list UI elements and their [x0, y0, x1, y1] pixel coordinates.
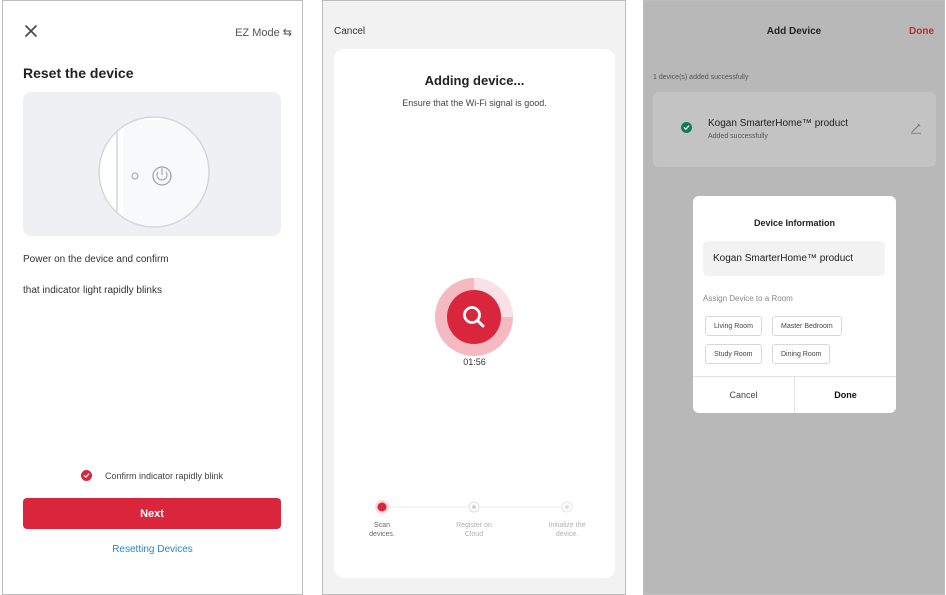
edit-pencil-icon[interactable]: [910, 122, 922, 134]
instruction-line-2: that indicator light rapidly blinks: [23, 285, 162, 296]
room-chip-master-bedroom[interactable]: Master Bedroom: [772, 316, 842, 336]
step-dot-register: [468, 501, 480, 513]
dialog-cancel-button[interactable]: Cancel: [693, 377, 795, 413]
room-chip-dining-room[interactable]: Dining Room: [772, 344, 831, 364]
adding-title: Adding device...: [424, 73, 525, 88]
confirm-blink-label: Confirm indicator rapidly blink: [105, 470, 224, 481]
close-icon[interactable]: [23, 23, 39, 39]
countdown-timer: 01:56: [463, 357, 486, 367]
device-status: Added successfully: [708, 133, 768, 140]
check-circle-icon: [681, 122, 692, 133]
room-chip-living-room[interactable]: Living Room: [705, 316, 762, 336]
page-title: Reset the device: [23, 65, 134, 81]
device-name: Kogan SmarterHome™ product: [708, 118, 849, 129]
dialog-title: Device Information: [753, 218, 836, 228]
added-summary: 1 device(s) added successfully: [653, 74, 749, 81]
instruction-line-1: Power on the device and confirm: [23, 254, 169, 265]
resetting-devices-link[interactable]: Resetting Devices: [3, 544, 302, 555]
reset-device-screen: EZ Mode ⇆ Reset the device Power on the …: [2, 0, 303, 595]
step-dot-initialize: [561, 501, 573, 513]
step-label-initialize: Initialize the device.: [548, 522, 586, 538]
next-button[interactable]: Next: [23, 498, 281, 529]
device-illustration: [23, 92, 281, 236]
wifi-hint: Ensure that the Wi-Fi signal is good.: [402, 98, 547, 108]
add-device-screen: Add Device Done 1 device(s) added succes…: [643, 0, 945, 595]
device-card: Kogan SmarterHome™ product Added success…: [653, 92, 936, 167]
assign-room-label: Assign Device to a Room: [703, 294, 793, 303]
swap-arrows-icon: ⇆: [282, 27, 292, 39]
progress-steps: Scan devices. Register on Cloud Initialize…: [334, 499, 615, 549]
dialog-done-button[interactable]: Done: [795, 377, 896, 413]
dialog-footer: Cancel Done: [693, 376, 896, 413]
device-information-dialog: Device Information Kogan SmarterHome™ pr…: [693, 196, 896, 413]
page-title: Add Device: [766, 26, 822, 37]
progress-card: Adding device... Ensure that the Wi-Fi s…: [334, 49, 615, 578]
confirm-blink-checkbox[interactable]: Confirm indicator rapidly blink: [81, 470, 223, 481]
cancel-button[interactable]: Cancel: [334, 26, 365, 37]
done-button[interactable]: Done: [909, 26, 934, 37]
device-name-input[interactable]: Kogan SmarterHome™ product: [703, 241, 885, 276]
step-label-register: Register on Cloud: [456, 522, 492, 538]
ez-mode-toggle[interactable]: EZ Mode ⇆: [235, 26, 292, 39]
scanning-search-icon: [435, 278, 513, 356]
checkmark-icon: [81, 470, 92, 481]
step-dot-scan: [375, 500, 389, 514]
adding-device-screen: Cancel Adding device... Ensure that the …: [322, 0, 626, 595]
ez-mode-label: EZ Mode: [235, 27, 280, 39]
step-label-scan: Scan devices.: [369, 522, 395, 538]
room-chip-study-room[interactable]: Study Room: [705, 344, 762, 364]
